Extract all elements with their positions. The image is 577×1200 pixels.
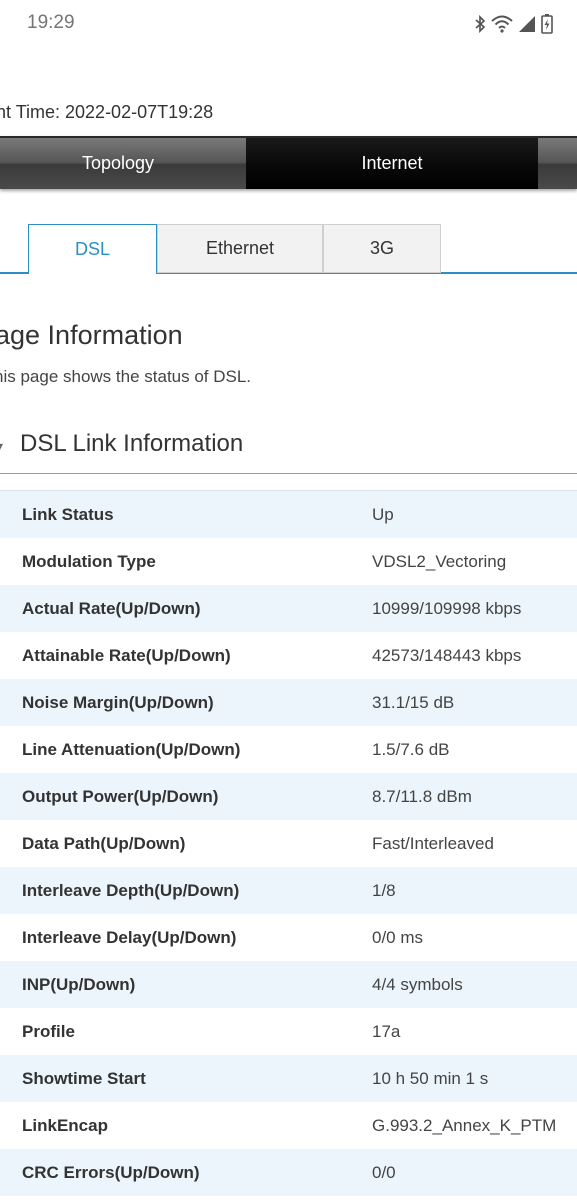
row-label: Line Attenuation(Up/Down) bbox=[22, 740, 241, 759]
row-value: 0/0 bbox=[372, 1163, 396, 1182]
battery-charging-icon bbox=[541, 14, 553, 34]
table-row: INP(Up/Down) 4/4 symbols bbox=[0, 961, 577, 1008]
row-label: Attainable Rate(Up/Down) bbox=[22, 646, 231, 665]
table-row: Interleave Depth(Up/Down) 1/8 bbox=[0, 867, 577, 914]
page-title: age Information bbox=[0, 320, 183, 350]
status-bar: 19:29 bbox=[0, 0, 577, 48]
table-row: Interleave Delay(Up/Down) 0/0 ms bbox=[0, 914, 577, 961]
row-value: 10999/109998 kbps bbox=[372, 599, 522, 618]
tab-3g[interactable]: 3G bbox=[323, 224, 441, 273]
row-label: Actual Rate(Up/Down) bbox=[22, 599, 201, 618]
collapse-arrow-icon[interactable]: ▾ bbox=[0, 438, 3, 455]
status-icons bbox=[474, 13, 553, 35]
tab-label: 3G bbox=[369, 238, 394, 258]
nav-tab-label: Internet bbox=[361, 153, 423, 173]
table-row: Data Path(Up/Down) Fast/Interleaved bbox=[0, 820, 577, 867]
row-label: Profile bbox=[22, 1022, 75, 1041]
table-row: Modulation Type VDSL2_Vectoring bbox=[0, 538, 577, 585]
current-time-text: nt Time: 2022-02-07T19:28 bbox=[0, 102, 214, 122]
main-nav: Topology Internet bbox=[0, 136, 577, 189]
status-time: 19:29 bbox=[27, 12, 75, 33]
row-label: Link Status bbox=[22, 505, 114, 524]
table-row: Attainable Rate(Up/Down) 42573/148443 kb… bbox=[0, 632, 577, 679]
table-row: Output Power(Up/Down) 8.7/11.8 dBm bbox=[0, 773, 577, 820]
row-value: 8.7/11.8 dBm bbox=[372, 787, 472, 806]
row-label: Interleave Depth(Up/Down) bbox=[22, 881, 240, 900]
row-value: G.993.2_Annex_K_PTM bbox=[372, 1116, 557, 1135]
row-label: LinkEncap bbox=[22, 1116, 108, 1135]
section-divider bbox=[0, 473, 577, 474]
router-status-page: 19:29 nt Time: 2022-02-07T19:28 Topology… bbox=[0, 0, 577, 1200]
row-value: VDSL2_Vectoring bbox=[372, 552, 507, 571]
dsl-info-table: Link Status Up Modulation Type VDSL2_Vec… bbox=[0, 490, 577, 1196]
row-label: Modulation Type bbox=[22, 552, 156, 571]
nav-tab-label: Topology bbox=[81, 153, 155, 173]
row-label: CRC Errors(Up/Down) bbox=[22, 1163, 200, 1182]
row-value: 31.1/15 dB bbox=[372, 693, 455, 712]
page-description: his page shows the status of DSL. bbox=[0, 367, 252, 386]
row-label: Output Power(Up/Down) bbox=[22, 787, 219, 806]
table-row: Showtime Start 10 h 50 min 1 s bbox=[0, 1055, 577, 1102]
table-row: Line Attenuation(Up/Down) 1.5/7.6 dB bbox=[0, 726, 577, 773]
nav-tab-internet[interactable]: Internet bbox=[246, 138, 538, 189]
nav-tab-topology[interactable]: Topology bbox=[0, 138, 246, 189]
row-value: 0/0 ms bbox=[372, 928, 424, 947]
wifi-icon bbox=[491, 15, 513, 33]
row-value: 17a bbox=[372, 1022, 401, 1041]
row-label: Noise Margin(Up/Down) bbox=[22, 693, 214, 712]
row-label: Interleave Delay(Up/Down) bbox=[22, 928, 237, 947]
sub-tabs: DSL Ethernet 3G bbox=[0, 224, 577, 274]
section-title: DSL Link Information bbox=[20, 430, 244, 457]
row-value: 42573/148443 kbps bbox=[372, 646, 522, 665]
tab-ethernet[interactable]: Ethernet bbox=[157, 224, 323, 273]
nav-tab-next-partial[interactable] bbox=[538, 138, 577, 189]
row-value: 1.5/7.6 dB bbox=[372, 740, 450, 759]
tab-label: DSL bbox=[74, 239, 110, 259]
tab-label: Ethernet bbox=[205, 238, 275, 258]
cellular-signal-icon bbox=[518, 15, 536, 33]
row-label: INP(Up/Down) bbox=[22, 975, 136, 994]
bluetooth-icon bbox=[474, 15, 486, 33]
row-value: 1/8 bbox=[372, 881, 396, 900]
row-label: Data Path(Up/Down) bbox=[22, 834, 186, 853]
row-value: 10 h 50 min 1 s bbox=[372, 1069, 489, 1088]
row-label: Showtime Start bbox=[22, 1069, 146, 1088]
table-row: Profile 17a bbox=[0, 1008, 577, 1055]
row-value: Up bbox=[372, 505, 394, 524]
table-row: Actual Rate(Up/Down) 10999/109998 kbps bbox=[0, 585, 577, 632]
table-row: LinkEncap G.993.2_Annex_K_PTM bbox=[0, 1102, 577, 1149]
table-row: Noise Margin(Up/Down) 31.1/15 dB bbox=[0, 679, 577, 726]
row-value: 4/4 symbols bbox=[372, 975, 463, 994]
table-row: Link Status Up bbox=[0, 491, 577, 538]
row-value: Fast/Interleaved bbox=[372, 834, 494, 853]
tab-dsl[interactable]: DSL bbox=[28, 224, 157, 274]
table-row: CRC Errors(Up/Down) 0/0 bbox=[0, 1149, 577, 1196]
